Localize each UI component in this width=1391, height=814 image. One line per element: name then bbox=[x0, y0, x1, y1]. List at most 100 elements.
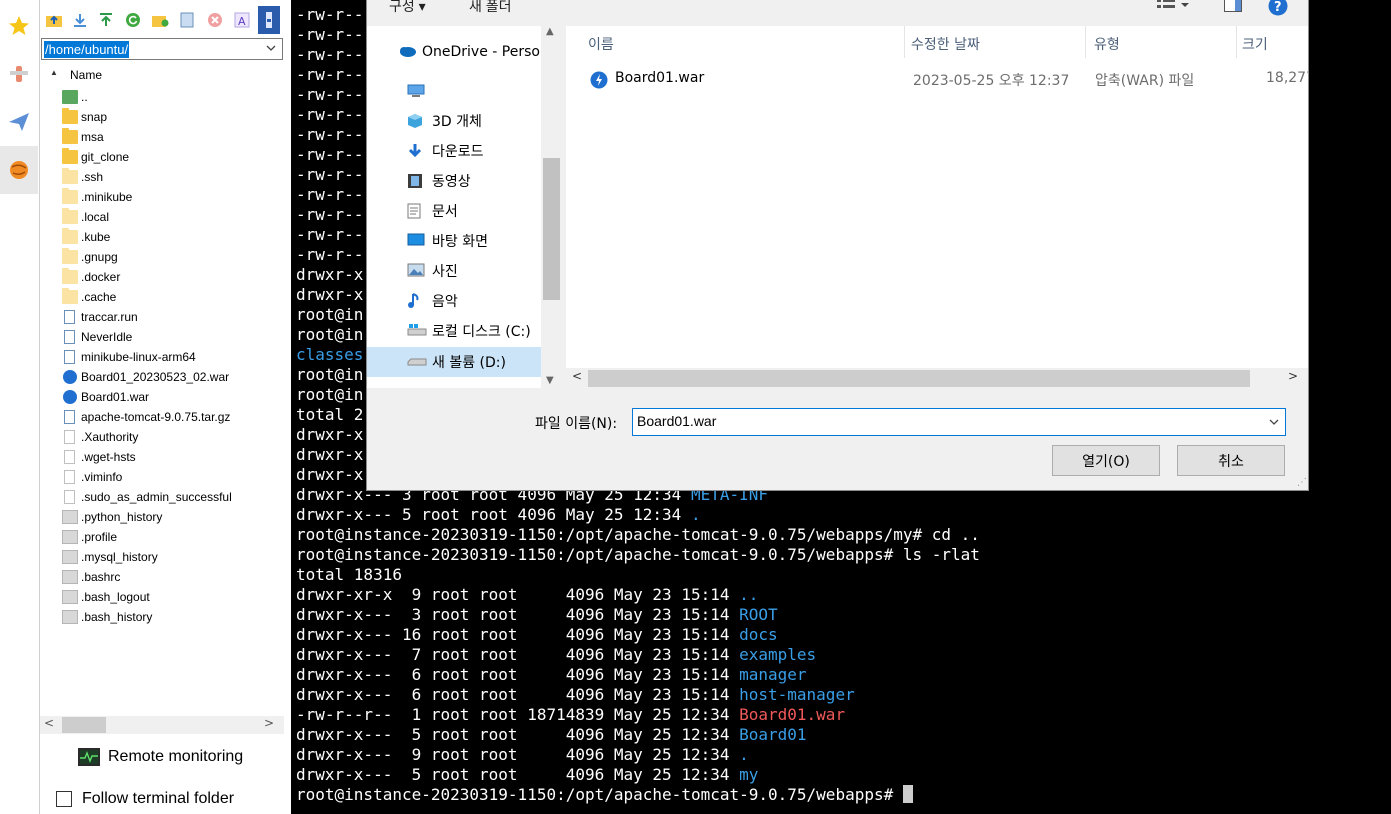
file-tree-item[interactable]: .python_history bbox=[62, 507, 288, 527]
file-tree-item[interactable]: traccar.run bbox=[62, 307, 288, 327]
name-column-header[interactable]: ▲ Name bbox=[50, 68, 102, 82]
file-tree-item[interactable]: .gnupg bbox=[62, 247, 288, 267]
scroll-thumb[interactable] bbox=[543, 158, 560, 300]
help-icon[interactable]: ? bbox=[1268, 0, 1288, 19]
scroll-left-icon[interactable]: < bbox=[572, 369, 582, 383]
nav-item[interactable]: 바탕 화면 bbox=[367, 226, 541, 256]
path-dropdown[interactable]: /home/ubuntu/ bbox=[41, 38, 283, 60]
file-tree-item-label: .mysql_history bbox=[81, 550, 158, 564]
terminal-text: drwxr-x--- 6 root root 4096 May 23 15:14 bbox=[296, 685, 740, 704]
file-tree-item-label: .gnupg bbox=[81, 250, 118, 264]
properties-icon[interactable] bbox=[258, 6, 280, 34]
satellite-icon[interactable] bbox=[0, 50, 38, 98]
file-tree-item[interactable]: minikube-linux-arm64 bbox=[62, 347, 288, 367]
file-tree-item[interactable]: .ssh bbox=[62, 167, 288, 187]
nav-item[interactable]: 3D 개체 bbox=[367, 106, 541, 136]
file-tree-item[interactable]: git_clone bbox=[62, 147, 288, 167]
resize-grip-icon[interactable]: ⋰ bbox=[1297, 477, 1307, 488]
new-file-icon[interactable] bbox=[177, 10, 197, 30]
scroll-thumb[interactable] bbox=[62, 717, 106, 733]
file-tree-item[interactable]: .bash_logout bbox=[62, 587, 288, 607]
refresh-icon[interactable] bbox=[123, 10, 143, 30]
chevron-down-icon[interactable] bbox=[266, 43, 276, 53]
terminal-text: . bbox=[690, 505, 701, 524]
file-tree-item[interactable]: .bash_history bbox=[62, 607, 288, 627]
upload-icon[interactable] bbox=[96, 10, 116, 30]
terminal-text: -rw-r-- bbox=[296, 105, 364, 124]
go-parent-icon[interactable] bbox=[44, 10, 64, 30]
file-list-hscrollbar[interactable]: < > bbox=[566, 368, 1308, 389]
view-options-icon[interactable] bbox=[1157, 0, 1193, 15]
file-tree-item[interactable]: .. bbox=[62, 87, 288, 107]
preview-pane-icon[interactable] bbox=[1224, 0, 1242, 15]
file-tree-item[interactable]: .cache bbox=[62, 287, 288, 307]
new-folder-button[interactable]: 새 폴더 bbox=[469, 0, 512, 16]
file-panel-hscrollbar[interactable]: < > bbox=[40, 716, 284, 734]
file-tree-item[interactable]: NeverIdle bbox=[62, 327, 288, 347]
terminal-text: -rw-r-- bbox=[296, 225, 364, 244]
file-tree-item[interactable]: .viminfo bbox=[62, 467, 288, 487]
path-text[interactable]: /home/ubuntu/ bbox=[44, 41, 130, 58]
rename-icon[interactable]: A bbox=[232, 10, 252, 30]
cancel-button[interactable]: 취소 bbox=[1177, 445, 1285, 476]
scroll-down-icon[interactable]: ▼ bbox=[546, 375, 554, 386]
file-tree-item[interactable]: .bashrc bbox=[62, 567, 288, 587]
nav-item[interactable]: 새 볼륨 (D:) bbox=[367, 347, 541, 377]
remote-monitoring-button[interactable]: Remote monitoring bbox=[78, 746, 243, 768]
delete-icon[interactable] bbox=[205, 10, 225, 30]
file-tree-item[interactable]: .mysql_history bbox=[62, 547, 288, 567]
svg-text:?: ? bbox=[1274, 0, 1282, 15]
new-folder-icon[interactable] bbox=[150, 10, 170, 30]
nav-item[interactable]: 로컬 디스크 (C:) bbox=[367, 316, 541, 346]
nav-item[interactable] bbox=[367, 77, 541, 107]
scroll-thumb[interactable] bbox=[588, 370, 1250, 387]
terminal-text: classes bbox=[296, 345, 364, 364]
file-tree-item[interactable]: msa bbox=[62, 127, 288, 147]
open-button[interactable]: 열기(O) bbox=[1052, 445, 1160, 476]
file-row[interactable]: Board01.war 2023-05-25 오후 12:37 압축(WAR) … bbox=[566, 26, 1308, 96]
file-tree-item[interactable]: snap bbox=[62, 107, 288, 127]
file-tree-item[interactable]: apache-tomcat-9.0.75.tar.gz bbox=[62, 407, 288, 427]
nav-item[interactable]: 동영상 bbox=[367, 166, 541, 196]
star-icon[interactable] bbox=[0, 2, 38, 50]
file-tree-item[interactable]: .kube bbox=[62, 227, 288, 247]
file-tree-item[interactable]: .profile bbox=[62, 527, 288, 547]
hidden-folder-icon bbox=[62, 168, 78, 184]
terminal-text: -rw-r-- bbox=[296, 245, 364, 264]
file-tree-item[interactable]: .sudo_as_admin_successful bbox=[62, 487, 288, 507]
scroll-right-icon[interactable]: > bbox=[1288, 369, 1298, 383]
terminal-text: . bbox=[739, 745, 749, 764]
scroll-right-icon[interactable]: > bbox=[264, 716, 274, 730]
file-tree-item[interactable]: .wget-hsts bbox=[62, 447, 288, 467]
nav-item[interactable]: 문서 bbox=[367, 196, 541, 226]
nav-item-label: 사진 bbox=[432, 264, 458, 280]
file-tree-item[interactable]: .minikube bbox=[62, 187, 288, 207]
nav-item[interactable]: 음악 bbox=[367, 286, 541, 316]
nav-item[interactable]: OneDrive - Person bbox=[367, 37, 549, 67]
dialog-navigation-pane: OneDrive - Person 3D 개체 다운로드 동영상 문서 바탕 화면사진음악… bbox=[367, 26, 549, 388]
file-tree-item[interactable]: Board01_20230523_02.war bbox=[62, 367, 288, 387]
archive-icon bbox=[64, 410, 75, 424]
nav-item-label: 로컬 디스크 (C:) bbox=[432, 324, 531, 340]
file-name[interactable]: Board01.war bbox=[615, 70, 704, 86]
nav-pane-scrollbar[interactable]: ▲ ▼ bbox=[541, 26, 562, 388]
checkbox-box[interactable] bbox=[56, 791, 72, 807]
terminal-line: drwxr-x--- 5 root root 4096 May 25 12:34… bbox=[296, 725, 807, 745]
nav-item[interactable]: 다운로드 bbox=[367, 136, 541, 166]
scroll-left-icon[interactable]: < bbox=[44, 716, 54, 730]
chevron-down-icon[interactable] bbox=[1269, 417, 1279, 427]
send-icon[interactable] bbox=[0, 98, 38, 146]
nav-item[interactable]: 사진 bbox=[367, 256, 541, 286]
follow-terminal-checkbox[interactable]: Follow terminal folder bbox=[56, 790, 234, 808]
organize-button[interactable]: 구성 ▾ bbox=[389, 0, 426, 16]
download-icon[interactable] bbox=[70, 10, 90, 30]
globe-icon[interactable] bbox=[0, 146, 38, 194]
file-tree-item[interactable]: Board01.war bbox=[62, 387, 288, 407]
file-tree-item[interactable]: .Xauthority bbox=[62, 427, 288, 447]
filename-value[interactable]: Board01.war bbox=[637, 413, 716, 429]
file-tree-item[interactable]: .local bbox=[62, 207, 288, 227]
scroll-up-icon[interactable]: ▲ bbox=[546, 26, 554, 37]
file-tree-item-label: traccar.run bbox=[81, 310, 138, 324]
file-tree-item[interactable]: .docker bbox=[62, 267, 288, 287]
filename-input[interactable]: Board01.war bbox=[632, 408, 1286, 436]
